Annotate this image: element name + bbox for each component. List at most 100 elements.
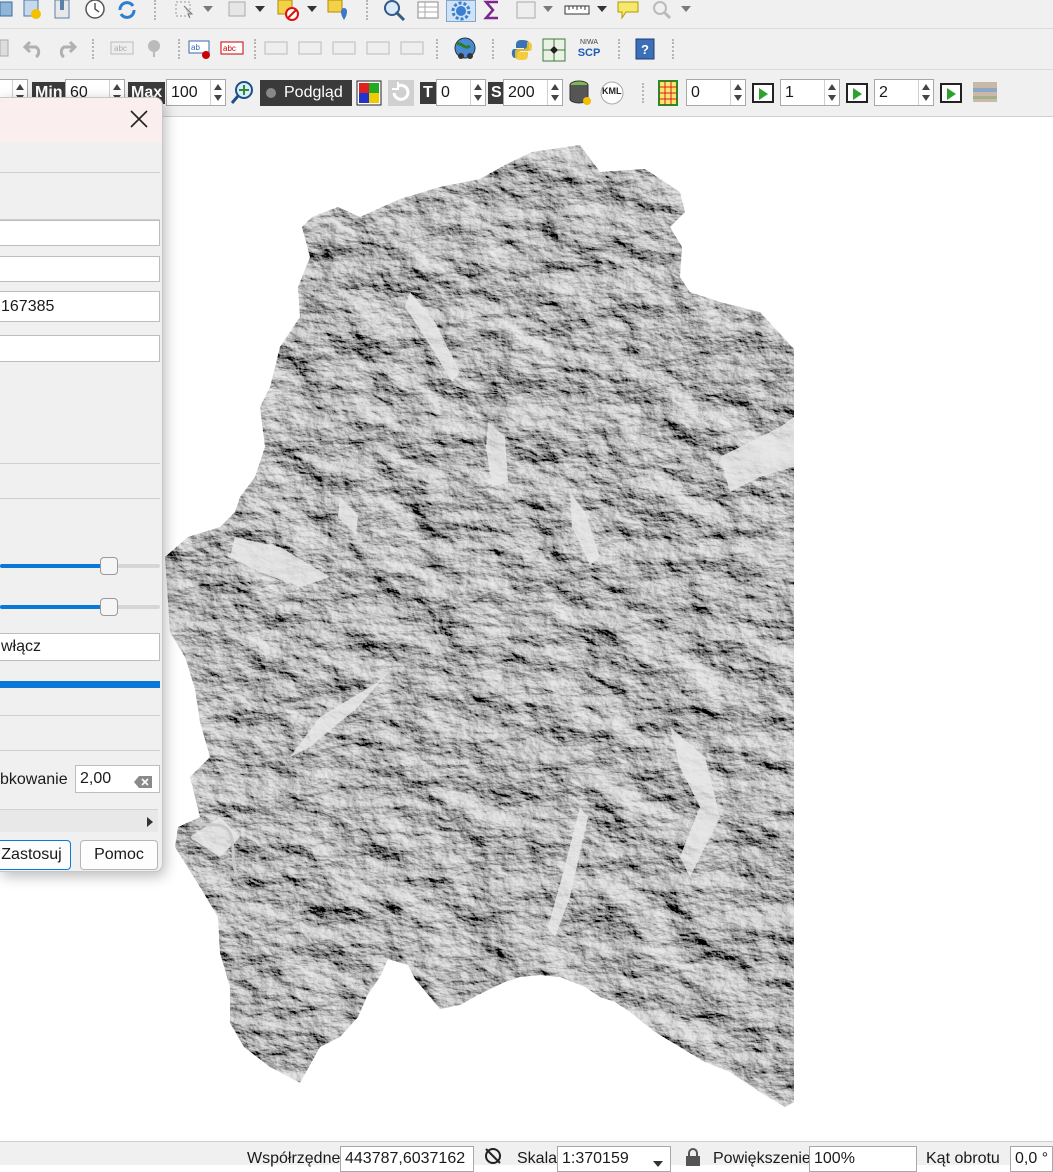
scp-logo[interactable]: NIWA SCP [576, 37, 602, 61]
band-spinbox-3[interactable]: 2 [874, 79, 934, 106]
label-tool-icon[interactable]: ab [188, 38, 214, 60]
mouse-coords-icon[interactable] [481, 1146, 505, 1171]
chevron-down-icon[interactable] [596, 4, 608, 14]
refresh-icon[interactable] [116, 0, 138, 20]
add-layer-icon[interactable] [22, 0, 44, 20]
input-field[interactable] [0, 256, 160, 282]
band-value-2: 1 [785, 84, 794, 101]
band-spinbox-1[interactable]: 0 [686, 79, 746, 106]
select-features-icon[interactable] [174, 0, 198, 20]
database-icon[interactable] [567, 79, 593, 107]
toolbar-row-1 [0, 0, 1053, 29]
zoom-value: 100% [814, 1150, 855, 1167]
redo-icon[interactable] [54, 38, 78, 58]
chevron-down-icon[interactable] [542, 4, 554, 14]
label-pin-icon[interactable] [144, 38, 170, 58]
horizontal-scrollbar[interactable] [0, 809, 158, 832]
svg-text:ab: ab [191, 43, 200, 52]
svg-text:abc: abc [223, 44, 236, 53]
reload-icon[interactable] [388, 80, 414, 106]
rotate-label-icon[interactable] [366, 38, 392, 58]
identify-icon[interactable] [382, 0, 408, 22]
layer-icon[interactable] [0, 0, 14, 18]
input-field[interactable] [0, 220, 160, 246]
value-field[interactable]: 167385 [0, 291, 160, 322]
help-icon[interactable]: ? [634, 37, 656, 61]
apply-label: Zastosuj [1, 846, 62, 863]
zoom-preview-icon[interactable] [230, 80, 256, 106]
save-edits-icon[interactable] [0, 38, 10, 58]
kml-label: KML [602, 86, 622, 96]
play-arrow-icon[interactable] [752, 83, 774, 103]
kml-icon[interactable]: KML [599, 80, 627, 106]
t-spinbox[interactable]: 0 [436, 79, 486, 106]
slider-handle[interactable] [100, 557, 118, 575]
rgb-composite-icon[interactable] [356, 80, 382, 106]
niwa-label: NIWA [579, 39, 599, 46]
svg-text:?: ? [641, 42, 649, 57]
chevron-down-icon[interactable] [306, 4, 318, 14]
slider-fill [0, 605, 109, 609]
label-icon[interactable]: abc [110, 38, 136, 58]
band-value-1: 0 [691, 84, 700, 101]
play-arrow-icon[interactable] [940, 83, 962, 103]
smoothing-input[interactable]: 2,00 [75, 765, 160, 793]
max-spinbox[interactable]: 100 [166, 79, 226, 106]
pin-label-icon[interactable] [264, 38, 290, 58]
python-icon[interactable] [510, 38, 534, 62]
s-value: 200 [508, 84, 535, 101]
input-field[interactable] [0, 335, 160, 362]
processing-gear-icon[interactable] [446, 0, 476, 22]
help-button[interactable]: Pomoc [80, 840, 158, 870]
clear-icon[interactable] [133, 772, 153, 798]
rotation-field[interactable]: 0,0 ° [1010, 1146, 1053, 1172]
svg-text:abc: abc [114, 44, 127, 53]
map-canvas[interactable] [160, 117, 1053, 1140]
separator [92, 39, 96, 59]
apply-button[interactable]: Zastosuj [0, 840, 71, 870]
coords-field[interactable]: 443787,6037162 [340, 1146, 474, 1172]
close-icon[interactable] [128, 108, 150, 130]
s-spinbox[interactable]: 200 [503, 79, 563, 106]
zoom-spinbox[interactable]: 100% [809, 1146, 917, 1172]
toolbar-row-2: abc ab abc NIWA SCP ? [0, 29, 1053, 70]
move-label-icon[interactable] [332, 38, 358, 58]
undo-icon[interactable] [22, 38, 46, 58]
sum-icon[interactable] [482, 0, 504, 20]
band-spinbox-2[interactable]: 1 [780, 79, 840, 106]
play-arrow-icon[interactable] [846, 83, 868, 103]
slider-handle[interactable] [100, 598, 118, 616]
scale-dropdown[interactable]: 1:370159 [557, 1146, 671, 1172]
chevron-down-icon[interactable] [202, 4, 214, 14]
map-tips-icon[interactable] [616, 0, 642, 22]
clock-icon[interactable] [84, 0, 106, 20]
properties-dialog: 167385 włącz bkowanie 2,00 Zastosuj Pomo… [0, 97, 163, 872]
deselect-icon[interactable] [226, 0, 250, 20]
globe-icon[interactable] [452, 36, 480, 62]
raster-thumbnail-icon[interactable] [972, 80, 998, 106]
chevron-down-icon[interactable] [680, 4, 692, 14]
measure-icon[interactable] [564, 0, 590, 20]
max-value: 100 [171, 84, 198, 101]
change-label-icon[interactable] [400, 38, 426, 58]
show-label-icon[interactable] [298, 38, 324, 58]
separator [618, 39, 622, 59]
chevron-down-icon[interactable] [254, 4, 266, 14]
status-bar: Współrzędne 443787,6037162 Skala 1:37015… [0, 1141, 1053, 1172]
label-highlight-icon[interactable]: abc [220, 38, 246, 58]
search-icon[interactable] [650, 0, 676, 22]
bookmark-icon[interactable] [52, 0, 74, 20]
preview-button[interactable]: Podgląd [260, 80, 352, 106]
rotation-value: 0,0 ° [1015, 1150, 1049, 1167]
filter-layer-icon[interactable] [276, 0, 302, 22]
progress-bar [0, 681, 160, 688]
scp-tool-icon[interactable] [542, 38, 568, 62]
scroll-right-icon[interactable] [146, 815, 154, 832]
grid-band-icon[interactable] [656, 80, 682, 106]
lock-icon[interactable] [684, 1148, 702, 1171]
select-location-icon[interactable] [326, 0, 352, 22]
mode-dropdown[interactable]: włącz [0, 633, 160, 661]
attribute-table-icon[interactable] [416, 0, 440, 20]
help-label: Pomoc [94, 846, 144, 863]
statistics-icon[interactable] [514, 0, 538, 20]
